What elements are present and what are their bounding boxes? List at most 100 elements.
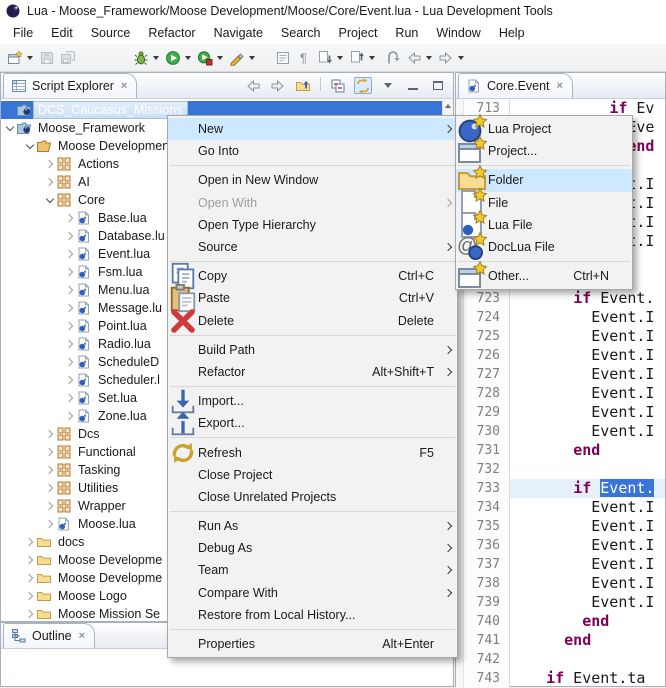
code-text[interactable]: Event.I [510, 365, 665, 384]
menu-item-source[interactable]: Source [168, 236, 457, 258]
chevron-collapsed-icon[interactable] [23, 570, 36, 586]
chevron-collapsed-icon[interactable] [43, 516, 56, 532]
code-text[interactable]: Event.I [510, 593, 665, 612]
menubar-item-help[interactable]: Help [490, 24, 534, 42]
code-text[interactable]: if Event.ta [510, 669, 665, 688]
menu-item-close-project[interactable]: Close Project [168, 464, 457, 486]
toolbar-button-last-edit-location[interactable] [383, 47, 404, 69]
menu-item-run-as[interactable]: Run As [168, 515, 457, 537]
code-text[interactable]: end [510, 612, 665, 631]
tab-close-icon[interactable]: × [77, 631, 85, 642]
menu-item-refresh[interactable]: RefreshF5 [168, 441, 457, 463]
chevron-collapsed-icon[interactable] [43, 156, 56, 172]
menu-item-doclua-file[interactable]: @DocLua File [456, 236, 632, 258]
menu-item-team[interactable]: Team [168, 559, 457, 581]
collapse-all-button[interactable] [329, 77, 347, 94]
menu-item-debug-as[interactable]: Debug As [168, 537, 457, 559]
view-menu-icon[interactable] [379, 77, 397, 94]
menu-item-export[interactable]: Export... [168, 412, 457, 434]
forward-button[interactable] [269, 77, 287, 94]
code-text[interactable]: Event.I [510, 555, 665, 574]
tab-close-icon[interactable]: × [555, 81, 563, 92]
chevron-collapsed-icon[interactable] [23, 534, 36, 550]
dropdown-caret-icon[interactable] [249, 56, 255, 60]
menubar-item-file[interactable]: File [4, 24, 42, 42]
chevron-collapsed-icon[interactable] [63, 408, 76, 424]
code-text[interactable]: Event.I [510, 384, 665, 403]
chevron-expanded-icon[interactable] [3, 120, 16, 136]
menu-item-build-path[interactable]: Build Path [168, 339, 457, 361]
chevron-collapsed-icon[interactable] [63, 228, 76, 244]
toolbar-button-debug[interactable] [131, 47, 163, 69]
chevron-expanded-icon[interactable] [23, 138, 36, 154]
menu-item-new[interactable]: New [168, 118, 457, 140]
chevron-collapsed-icon[interactable] [63, 390, 76, 406]
code-text[interactable]: if Event. [510, 479, 665, 498]
toolbar-button-save-all[interactable] [58, 47, 79, 69]
toolbar-button-coverage[interactable] [195, 47, 227, 69]
chevron-collapsed-icon[interactable] [43, 480, 56, 496]
maximize-icon[interactable] [429, 77, 447, 94]
dropdown-caret-icon[interactable] [337, 56, 343, 60]
chevron-collapsed-icon[interactable] [43, 498, 56, 514]
tab-close-icon[interactable]: × [119, 81, 127, 92]
chevron-expanded-icon[interactable] [43, 192, 56, 208]
back-button[interactable] [244, 77, 262, 94]
menubar-item-project[interactable]: Project [330, 24, 387, 42]
chevron-collapsed-icon[interactable] [43, 174, 56, 190]
dropdown-caret-icon[interactable] [153, 56, 159, 60]
menu-item-open-type-hierarchy[interactable]: Open Type Hierarchy [168, 214, 457, 236]
toolbar-button-back[interactable] [404, 47, 436, 69]
code-text[interactable]: Event.I [510, 403, 665, 422]
menu-item-copy[interactable]: CopyCtrl+C [168, 265, 457, 287]
dropdown-caret-icon[interactable] [369, 56, 375, 60]
toolbar-button-prev-annotation[interactable] [347, 47, 379, 69]
menu-item-project[interactable]: Project... [456, 140, 632, 162]
menu-item-go-into[interactable]: Go Into [168, 140, 457, 162]
chevron-collapsed-icon[interactable] [63, 336, 76, 352]
chevron-collapsed-icon[interactable] [43, 426, 56, 442]
toolbar-button-external-tools[interactable] [227, 47, 259, 69]
menu-item-other[interactable]: Other...Ctrl+N [456, 265, 632, 287]
code-text[interactable]: Event.I [510, 517, 665, 536]
code-text[interactable]: Event.I [510, 536, 665, 555]
tab-script-explorer[interactable]: Script Explorer × [3, 73, 137, 98]
chevron-collapsed-icon[interactable] [63, 210, 76, 226]
dropdown-caret-icon[interactable] [217, 56, 223, 60]
toolbar-button-show-whitespace[interactable]: ¶ [294, 47, 315, 69]
link-editor-button[interactable] [354, 77, 372, 94]
toolbar-button-next-annotation[interactable] [315, 47, 347, 69]
menu-item-restore-from-local-history[interactable]: Restore from Local History... [168, 604, 457, 626]
chevron-collapsed-icon[interactable] [23, 588, 36, 604]
menubar-item-window[interactable]: Window [427, 24, 489, 42]
menu-item-open-in-new-window[interactable]: Open in New Window [168, 169, 457, 191]
chevron-collapsed-icon[interactable] [63, 282, 76, 298]
toolbar-button-new-wizard[interactable] [5, 47, 37, 69]
chevron-collapsed-icon[interactable] [63, 372, 76, 388]
code-text[interactable]: Event.I [510, 308, 665, 327]
code-text[interactable]: Event.I [510, 346, 665, 365]
chevron-collapsed-icon[interactable] [23, 552, 36, 568]
toolbar-button-save[interactable] [37, 47, 58, 69]
menu-item-paste[interactable]: PasteCtrl+V [168, 287, 457, 309]
menu-item-compare-with[interactable]: Compare With [168, 582, 457, 604]
dropdown-caret-icon[interactable] [27, 56, 33, 60]
chevron-collapsed-icon[interactable] [63, 318, 76, 334]
code-text[interactable]: Event.I [510, 498, 665, 517]
toolbar-button-forward[interactable] [436, 47, 468, 69]
menubar-item-edit[interactable]: Edit [42, 24, 82, 42]
code-text[interactable]: end [510, 441, 665, 460]
menubar-item-run[interactable]: Run [386, 24, 427, 42]
dropdown-caret-icon[interactable] [185, 56, 191, 60]
menu-item-refactor[interactable]: RefactorAlt+Shift+T [168, 361, 457, 383]
chevron-none[interactable] [3, 102, 16, 118]
chevron-collapsed-icon[interactable] [63, 354, 76, 370]
code-text[interactable]: Event.I [510, 422, 665, 441]
dropdown-caret-icon[interactable] [426, 56, 432, 60]
up-button[interactable] [294, 77, 312, 94]
menu-item-open-with[interactable]: Open With [168, 192, 457, 214]
chevron-collapsed-icon[interactable] [43, 462, 56, 478]
code-text[interactable]: Event.I [510, 327, 665, 346]
menu-item-close-unrelated-projects[interactable]: Close Unrelated Projects [168, 486, 457, 508]
toolbar-button-run[interactable] [163, 47, 195, 69]
